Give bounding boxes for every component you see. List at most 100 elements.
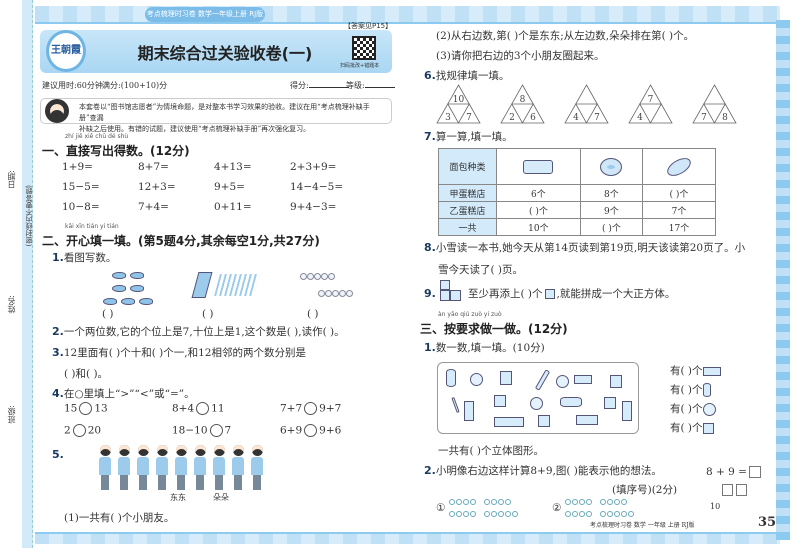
bottom-wave-border [35,532,780,544]
right-number: 8 [722,113,728,123]
answer-box[interactable] [748,466,761,478]
qr-code-icon[interactable] [352,36,376,60]
page-number: 35 [758,515,777,530]
arithmetic-problem[interactable]: 0+11= [214,201,252,213]
arithmetic-problem[interactable]: 9+5= [214,181,245,193]
compare-circle[interactable] [72,424,86,437]
question-text: 算一算,填一填。 [435,131,513,143]
answer-blank[interactable]: ( ) [202,308,214,320]
table-cell: 8个 [579,184,643,202]
top-number: 7 [648,95,654,105]
number-triangle: 103 7 [436,84,481,124]
compare-circle[interactable] [304,424,318,437]
number-triangle: 78 [692,84,737,124]
bread-table: 面包种类 甲蛋糕店 6个 8个( )个 乙蛋糕店( )个 9个 7个 一共 10个( )个 17… [438,148,717,236]
count-text: 有( )个 [670,422,703,434]
question-number: 9. [424,287,436,300]
answer-blank[interactable]: ( ) [307,308,319,320]
question-number: 2. [424,464,436,477]
pinyin: àn yāo qiú zuò yi zuò [438,311,502,318]
question-number: 2. [52,325,64,338]
count-row[interactable]: 有( )个 [670,362,775,381]
question-text: ( )和( )。 [64,368,109,380]
count-row[interactable]: 有( )个 [670,400,775,419]
ten-label: 10 [710,502,721,511]
notice-box: 本套卷以“图书馆志愿者”为情境命题，是对整本书学习效果的验收。建议在用“考点梳理… [40,98,392,133]
notice-line: 本套卷以“图书馆志愿者”为情境命题，是对整本书学习效果的验收。建议在用“考点梳理… [79,103,370,122]
right-expr: 7 [224,424,232,437]
dongdong-label: 东东 [170,493,186,502]
arithmetic-problem[interactable]: 1+9= [62,161,93,173]
score-field[interactable]: 得分: [290,80,349,91]
table-cell: 17个 [641,218,717,236]
compare-circle[interactable] [209,424,223,437]
answer-blank[interactable]: ( ) [102,308,114,320]
page-title: 期末综合过关验收卷(一) [137,44,313,63]
counter-dots [565,496,635,520]
logo: 王朝霞 [46,30,86,72]
table-cell[interactable]: ( )个 [641,184,717,202]
child-figure [136,445,150,493]
arithmetic-problem[interactable]: 4+13= [214,161,252,173]
split-diagram [716,484,750,498]
arithmetic-problem[interactable]: 9+4−3= [290,201,336,213]
child-figure [250,445,264,493]
comparison-item: 18−10 7 [172,424,231,437]
table-cell: 10个 [496,218,581,236]
qr-label: 扫码批改+错题本 [340,63,380,69]
option-number: ② [552,502,562,514]
children-picture [98,445,278,495]
count-answers: 有( )个 有( )个 有( )个 有( )个 [670,362,775,438]
row-header: 甲蛋糕店 [438,184,497,202]
arithmetic-problem[interactable]: 12+3= [138,181,176,193]
footer-text: 考点梳理时习卷 数学 一年级 上册 RJ版 [590,522,695,529]
score-label: 得分: [290,81,309,90]
arithmetic-problem[interactable]: 15−5= [62,181,100,193]
compare-circle[interactable] [79,402,93,415]
counter-dots [449,496,519,520]
compare-circle[interactable] [196,402,210,415]
number-triangle: 82 6 [500,84,545,124]
child-figure [174,445,188,493]
question-text: 数一数,填一填。(10分) [435,342,545,354]
question-text: 一共有( )个立体图形。 [438,445,545,457]
question-text: 在○里填上“>”“<”或“=”。 [63,388,195,400]
question-text: 至少再添上( )个 [468,288,543,300]
arithmetic-problem[interactable]: 8+7= [138,161,169,173]
grade-field[interactable]: 等级: [346,80,395,91]
comparison-item: 2 20 [64,424,101,437]
count-row[interactable]: 有( )个 [670,381,775,400]
seal-notice: (密封线内不要答题) [25,185,33,247]
question-text: 看图写数。 [63,252,117,264]
number-triangles: 10 3 7 8 2 6 4 7 7 4 7 8 [436,84,766,126]
left-number: 2 [509,113,515,123]
sticks-picture [191,270,265,300]
arithmetic-problem[interactable]: 7+4= [138,201,169,213]
grade-label: 等级: [346,81,365,90]
compare-circle[interactable] [304,402,318,415]
arithmetic-problem[interactable]: 14−4−5= [290,181,343,193]
table-cell[interactable]: ( )个 [496,201,581,219]
arithmetic-problem[interactable]: 10−8= [62,201,100,213]
question-number: 6. [424,69,436,82]
cube-icon [702,422,714,434]
cylinder-icon [702,383,711,397]
sandwich-icon [496,148,581,185]
count-row[interactable]: 有( )个 [670,419,775,438]
table-cell[interactable]: ( )个 [579,218,643,236]
table-header: 面包种类 [438,148,497,185]
question-text: ,就能拼成一个大正方体。 [556,288,676,300]
left-expr: 7+7 [280,402,303,415]
question-text: (2)从右边数,第( )个是东东;从左边数,朵朵排在第( )个。 [436,30,695,42]
option-2[interactable]: ② [552,496,634,520]
option-1[interactable]: ① [436,496,518,520]
right-wave-border [776,20,790,540]
left-number: 3 [445,113,451,123]
arithmetic-problem[interactable]: 2+3+9= [290,161,336,173]
date-label: 日期: [7,170,16,189]
left-expr: 18−10 [172,424,208,437]
row-header: 一共 [438,218,497,236]
cuboid-icon [702,366,721,376]
child-figure [117,445,131,493]
seal-strip [22,0,33,548]
